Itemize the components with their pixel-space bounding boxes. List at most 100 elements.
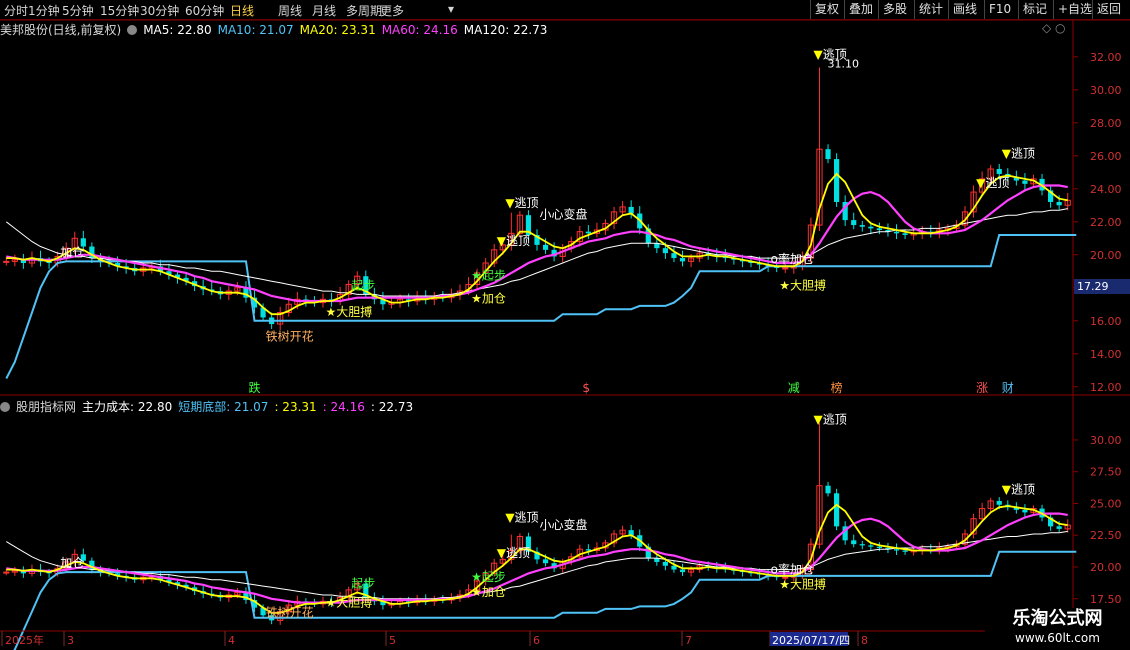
candle-body [319,298,327,304]
y-tick-label: 20.00 [1090,249,1122,262]
candle-body [671,565,677,570]
candle-body [354,275,361,285]
candle-body [319,600,327,605]
period-tab-10[interactable]: 更多 [380,2,404,19]
candle-body [1039,508,1045,518]
candle-body [363,583,369,598]
signal-label: 加仓 [60,245,84,259]
x-axis-label: 3 [67,634,74,647]
candle-body [748,572,754,574]
y-tick-label: 14.00 [1090,348,1122,361]
ma10-value: MA10: 21.07 [217,23,294,37]
candle-body [97,258,104,262]
signal-label: ★大胆搏 [326,595,373,609]
candle-body [731,258,737,260]
y-tick-label: 17.50 [1090,593,1122,606]
watermark-url: www.60lt.com [1015,631,1100,645]
candle-body [868,545,874,547]
signal-label: 小心变盘 [540,206,588,221]
main-title[interactable]: 美邦股份(日线,前复权) [0,23,121,37]
period-tab-0[interactable]: 分时 [4,2,28,19]
candle-body [1039,178,1045,191]
y-tick-label: 30.00 [1090,434,1122,447]
candle-body [123,575,129,578]
candle-body [816,485,823,545]
candle-body [132,267,138,272]
toolbar-button-1[interactable]: 叠加 [844,0,877,19]
candle-body [568,556,575,563]
signal-label: ▼逃顶 [813,412,846,426]
event-marker: 减 [788,381,800,395]
candle-body [610,533,618,544]
candle-body [970,191,977,213]
more-dropdown-icon[interactable]: ▾ [448,2,454,16]
sub-settings-chip-icon[interactable] [0,402,10,412]
ma20-line [6,503,1068,614]
candle-body [54,567,61,574]
y-tick-label: 26.00 [1090,150,1122,163]
candle-body [28,569,36,574]
main-chart-collapse-icon[interactable]: ◇ ○ [1042,21,1066,35]
candle-body [953,224,960,229]
period-tab-9[interactable]: 多周期 [346,2,382,19]
candle-body [388,302,395,305]
candle-body [790,265,797,269]
candle-body [893,549,900,551]
candle-body [987,168,994,180]
candle-body [637,213,643,229]
candle-body [251,297,258,308]
candle-body [637,535,643,547]
candle-body [209,289,215,292]
candle-body [842,526,848,541]
candle-body [885,547,891,550]
candle-body [423,297,429,300]
candle-body [1005,173,1011,178]
period-tab-3[interactable]: 15分钟 [100,2,139,19]
candle-body [654,558,660,562]
candle-body [516,214,523,234]
toolbar-button-2[interactable]: 多股 [878,0,911,19]
period-tab-1[interactable]: 1分钟 [28,2,60,19]
toolbar-button-4[interactable]: 画线 [948,0,981,19]
toolbar-button-7[interactable]: +自选 [1053,0,1096,19]
signal-label: 铁树开花 [266,329,314,344]
candle-body [936,229,943,234]
candle-body [842,201,848,221]
sub-chart-legend: 股朋指标网 主力成本: 22.80 短期底部: 21.07: 23.31: 24.1… [0,398,419,414]
signal-label: ▼逃顶 [1002,146,1035,160]
candle-body [731,569,737,571]
candle-body [714,567,720,569]
candle-body [80,554,86,561]
candle-body [174,274,181,278]
candle-body [380,299,386,305]
toolbar-button-6[interactable]: 标记 [1018,0,1051,19]
period-tab-5[interactable]: 60分钟 [185,2,224,19]
signal-label: ★起步 [471,269,506,283]
period-tab-2[interactable]: 5分钟 [62,2,94,19]
settings-chip-icon[interactable] [127,25,138,35]
ma60-value: MA60: 24.16 [381,23,458,37]
candle-body [251,600,258,608]
sub-title[interactable]: 股朋指标网 [16,400,76,414]
event-marker: 涨 [976,380,988,395]
toolbar-button-3[interactable]: 统计 [914,0,947,19]
candle-body [277,610,284,621]
period-tab-7[interactable]: 周线 [278,2,302,19]
candle-body [953,543,960,548]
period-tab-4[interactable]: 30分钟 [140,2,179,19]
kline-chart[interactable]: 12.0014.0016.0018.0020.0022.0024.0026.00… [0,0,1130,650]
candle-body [63,561,70,569]
candle-body [705,565,711,568]
ma60-line [6,512,1068,604]
signal-label: ▼逃顶 [497,546,530,560]
toolbar-button-0[interactable]: 复权 [810,0,843,19]
period-tab-8[interactable]: 月线 [312,2,336,19]
crosshair-date-label: 2025/07/17/四 [772,634,850,647]
toolbar-button-8[interactable]: 返回 [1092,0,1125,19]
candle-body [157,266,163,272]
signal-label: o率加仓 [771,561,814,576]
toolbar-button-5[interactable]: F10 [984,0,1015,19]
candle-body [851,220,857,226]
candle-body [610,211,618,224]
period-tab-6[interactable]: 日线 [230,2,254,19]
